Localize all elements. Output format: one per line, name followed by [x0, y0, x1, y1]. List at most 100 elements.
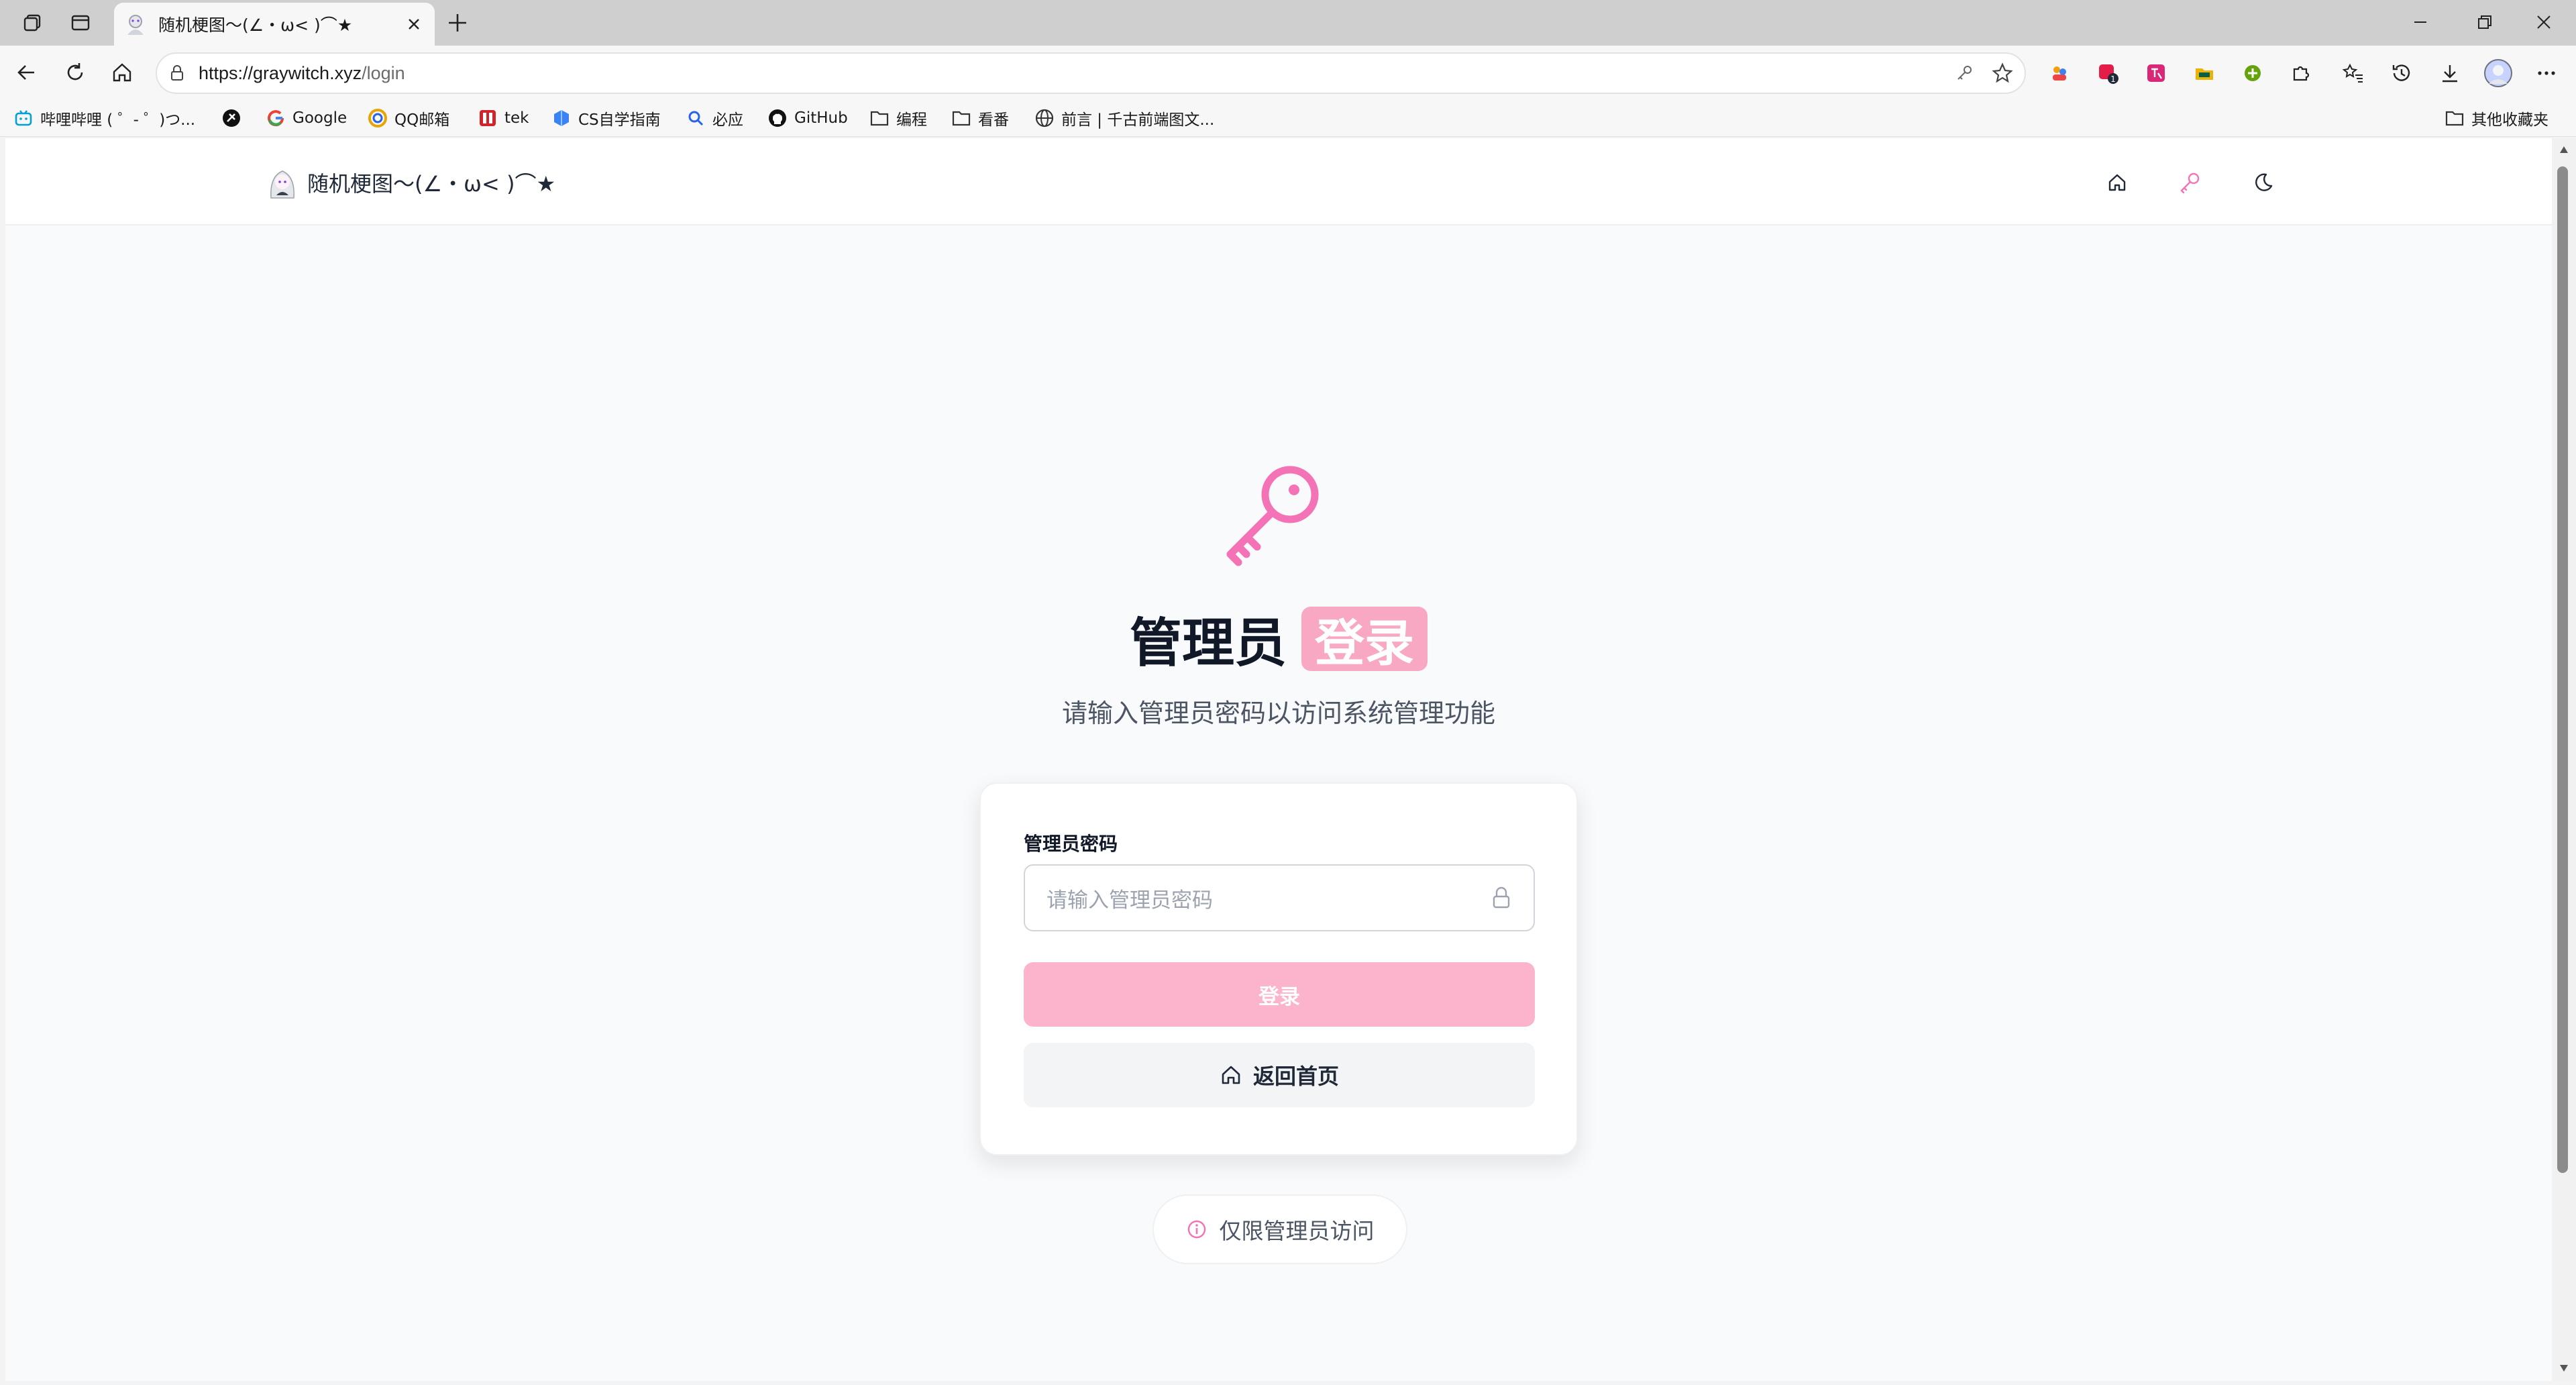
brand-link[interactable]: 随机梗图～(∠・ω< )⌒★ [267, 165, 555, 200]
bookmark-label: tek [504, 109, 529, 127]
google-icon [266, 108, 286, 128]
bing-search-icon [686, 108, 706, 128]
bookmark-label: 前言 | 千古前端图文... [1061, 111, 1215, 129]
moon-icon [2255, 173, 2273, 191]
extension-2-button[interactable]: 1 [2088, 52, 2128, 94]
bookmark-github[interactable]: GitHub [767, 101, 848, 136]
brand-avatar-icon [270, 170, 294, 199]
minimize-button[interactable] [2388, 0, 2453, 44]
restore-icon [2478, 15, 2491, 29]
admin-only-notice: 仅限管理员访问 [1152, 1194, 1407, 1264]
black-circle-icon [221, 108, 241, 128]
bookmark-label: 看番 [978, 111, 1009, 129]
scroll-up-icon[interactable] [2559, 145, 2569, 154]
key-icon [2180, 172, 2200, 194]
password-label: 管理员密码 [1024, 833, 1118, 855]
bookmark-google[interactable]: Google [266, 101, 347, 136]
nav-home-button[interactable] [2098, 164, 2136, 201]
url-path: /login [362, 62, 405, 83]
bookmark-folder-coding[interactable]: 编程 [869, 101, 927, 136]
avatar [2484, 59, 2512, 87]
plus-icon [449, 14, 466, 32]
notice-text: 仅限管理员访问 [1219, 1218, 1375, 1244]
address-bar[interactable]: https://graywitch.xyz/login [156, 52, 2026, 94]
tab-actions-button[interactable] [60, 3, 101, 43]
lock-icon[interactable] [168, 64, 186, 83]
puzzle-icon [2293, 66, 2310, 81]
scroll-thumb[interactable] [2557, 166, 2568, 1173]
workspaces-button[interactable] [12, 3, 52, 43]
tab-title: 随机梗图～(∠・ω< )⌒★ [158, 15, 353, 35]
downloads-button[interactable] [2430, 52, 2470, 94]
title-badge: 登录 [1301, 607, 1428, 672]
other-bookmarks[interactable]: 其他收藏夹 [2445, 101, 2548, 136]
password-placeholder: 请输入管理员密码 [1046, 888, 1213, 913]
url-text[interactable]: https://graywitch.xyz/login [199, 63, 405, 84]
bookmark-tek[interactable]: tek [478, 101, 529, 136]
extension-red-badge-icon: 1 [2099, 64, 2118, 84]
favorites-list-icon [2342, 63, 2363, 83]
bookmark-unnamed[interactable] [221, 101, 248, 136]
restore-button[interactable] [2453, 0, 2517, 44]
bookmark-label: QQ邮箱 [394, 111, 450, 129]
theme-toggle-button[interactable] [2245, 164, 2282, 201]
globe-icon [1034, 108, 1055, 128]
other-bookmarks-label: 其他收藏夹 [2471, 111, 2548, 129]
page-title: 管理员 [1129, 613, 1287, 674]
info-icon [1187, 1220, 1205, 1239]
lock-icon [1493, 886, 1510, 909]
extensions-button[interactable] [2281, 52, 2321, 94]
home-button[interactable] [102, 52, 142, 93]
history-button[interactable] [2381, 52, 2422, 94]
history-icon [2392, 64, 2410, 81]
bookmark-frontend-guide[interactable]: 前言 | 千古前端图文... [1034, 101, 1214, 136]
bookmark-cs-guide[interactable]: CS自学指南 [551, 101, 661, 136]
bookmark-bing[interactable]: 必应 [686, 101, 743, 136]
refresh-button[interactable] [55, 52, 95, 93]
profile-button[interactable] [2478, 52, 2518, 94]
bookmark-folder-anime[interactable]: 看番 [951, 101, 1009, 136]
tek-icon [478, 108, 498, 128]
bookmark-label: 必应 [712, 111, 743, 129]
close-tab-icon[interactable] [405, 15, 423, 33]
favorites-button[interactable] [2333, 52, 2373, 94]
login-button[interactable]: 登录 [1024, 962, 1535, 1027]
page-scrollbar[interactable] [2552, 138, 2576, 1381]
cs-guide-icon [551, 108, 572, 128]
password-input[interactable]: 请输入管理员密码 [1024, 864, 1535, 931]
new-tab-button[interactable] [437, 3, 478, 43]
hero-key-icon [1226, 466, 1319, 566]
close-window-button[interactable] [2512, 0, 2576, 44]
back-home-button[interactable]: 返回首页 [1024, 1043, 1535, 1107]
url-host: https://graywitch.xyz [199, 62, 362, 83]
folder-icon [951, 108, 971, 128]
extension-1-button[interactable] [2039, 52, 2080, 94]
login-heading: 管理员 登录 [5, 601, 2552, 676]
vertical-tabs-icon [71, 15, 90, 31]
back-button[interactable] [7, 52, 47, 93]
tab-active[interactable]: 随机梗图～(∠・ω< )⌒★ [114, 3, 435, 46]
more-dots-icon [2538, 71, 2555, 75]
bookmark-label: Google [292, 109, 347, 127]
close-icon [2537, 15, 2551, 29]
bookmark-qq-mail[interactable]: QQ邮箱 [368, 101, 449, 136]
scroll-down-icon[interactable] [2559, 1364, 2569, 1373]
extension-5-button[interactable] [2233, 52, 2273, 94]
bilibili-icon [13, 108, 34, 128]
nav-login-button[interactable] [2171, 164, 2208, 201]
bookmark-label: 哔哩哔哩 ( ゜- ゜)つ... [40, 111, 196, 129]
minimize-icon [2414, 21, 2426, 23]
svg-text:1: 1 [2110, 74, 2116, 84]
extension-3-button[interactable] [2136, 52, 2176, 94]
favorite-star-icon[interactable] [1991, 62, 2014, 85]
back-home-label: 返回首页 [1252, 1064, 1339, 1089]
password-key-icon[interactable] [1955, 64, 1974, 83]
home-icon [113, 63, 131, 82]
more-menu-button[interactable] [2526, 52, 2567, 94]
bookmark-bilibili[interactable]: 哔哩哔哩 ( ゜- ゜)つ... [13, 101, 195, 136]
extension-translate-icon [2147, 64, 2165, 82]
bookmark-label: 编程 [896, 111, 927, 129]
extension-people-icon [2053, 66, 2066, 81]
extension-4-button[interactable] [2184, 52, 2224, 94]
home-icon [2108, 174, 2126, 191]
